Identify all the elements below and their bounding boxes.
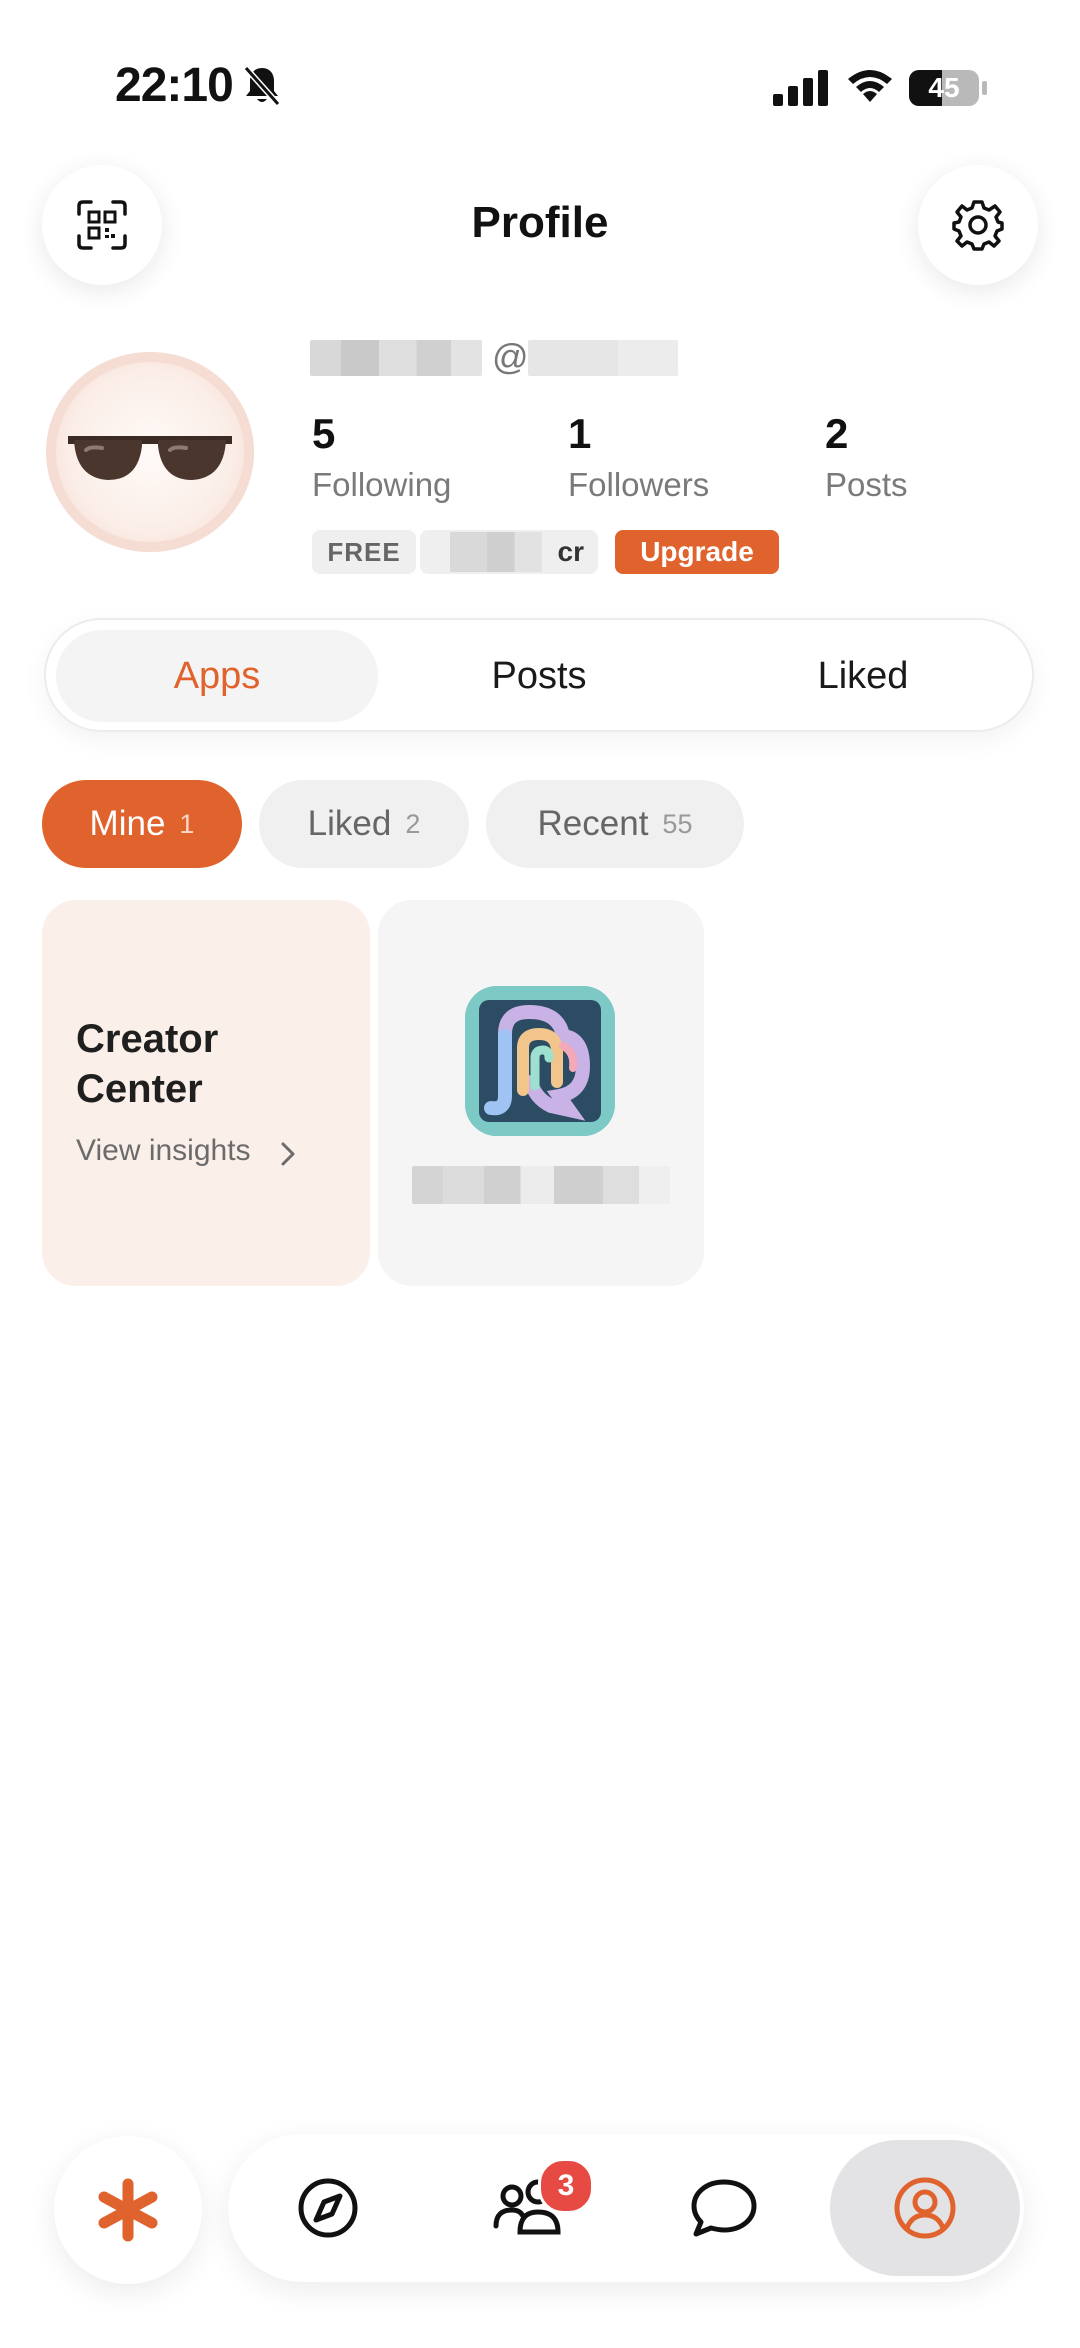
posts-label[interactable]: Posts: [825, 466, 908, 504]
credits-badge: cr: [420, 530, 598, 574]
filter-liked-count: 2: [405, 808, 421, 839]
upgrade-button[interactable]: Upgrade: [615, 530, 779, 574]
following-label[interactable]: Following: [312, 466, 451, 504]
handle-redacted: [528, 340, 678, 376]
nav-chat[interactable]: [666, 2150, 782, 2266]
wifi-icon: [848, 70, 892, 102]
app-name-redacted: [412, 1166, 670, 1204]
settings-button[interactable]: [918, 165, 1038, 285]
battery-level: 45: [928, 72, 960, 103]
filter-mine-label: Mine: [89, 804, 166, 843]
explore-compass-icon: [298, 2178, 358, 2238]
credits-redacted: [450, 532, 542, 572]
signal-icon: [773, 70, 828, 106]
filter-recent-count: 55: [662, 808, 693, 839]
tab-liked[interactable]: Liked: [702, 630, 1024, 722]
followers-label[interactable]: Followers: [568, 466, 709, 504]
tab-apps[interactable]: Apps: [56, 630, 378, 722]
filter-recent-label: Recent: [537, 804, 649, 843]
nav-profile[interactable]: [830, 2140, 1020, 2276]
filter-recent[interactable]: Recent 55: [486, 780, 744, 868]
status-time: 22:10: [115, 59, 234, 112]
view-insights-link[interactable]: View insights: [76, 1134, 251, 1168]
tab-posts[interactable]: Posts: [378, 630, 700, 722]
sunglasses-emoji-icon: [68, 436, 232, 480]
community-badge: 3: [538, 2158, 594, 2214]
profile-icon: [894, 2177, 956, 2239]
chevron-right-icon: [281, 1142, 295, 1166]
avatar[interactable]: [46, 352, 254, 552]
nav-home[interactable]: [54, 2136, 202, 2284]
display-name-redacted: [310, 340, 482, 376]
app-logo-icon: [465, 986, 615, 1136]
home-asterisk-icon: [98, 2178, 158, 2242]
filter-liked[interactable]: Liked 2: [259, 780, 469, 868]
app-icon[interactable]: [465, 986, 615, 1136]
posts-count[interactable]: 2: [825, 410, 848, 458]
chat-bubble-icon: [691, 2179, 757, 2237]
credits-suffix: cr: [557, 536, 584, 567]
filter-liked-label: Liked: [307, 804, 392, 843]
followers-count[interactable]: 1: [568, 410, 591, 458]
creator-center-title: Creator Center: [76, 1017, 219, 1111]
following-count[interactable]: 5: [312, 410, 335, 458]
plan-badge: FREE: [312, 530, 416, 574]
filter-mine[interactable]: Mine 1: [42, 780, 242, 868]
gear-icon: [952, 200, 1004, 251]
filter-mine-count: 1: [179, 808, 195, 839]
nav-explore[interactable]: [270, 2150, 386, 2266]
bell-off-icon: [243, 66, 281, 106]
battery-icon: 45: [908, 68, 988, 108]
handle-at: @: [492, 336, 529, 377]
